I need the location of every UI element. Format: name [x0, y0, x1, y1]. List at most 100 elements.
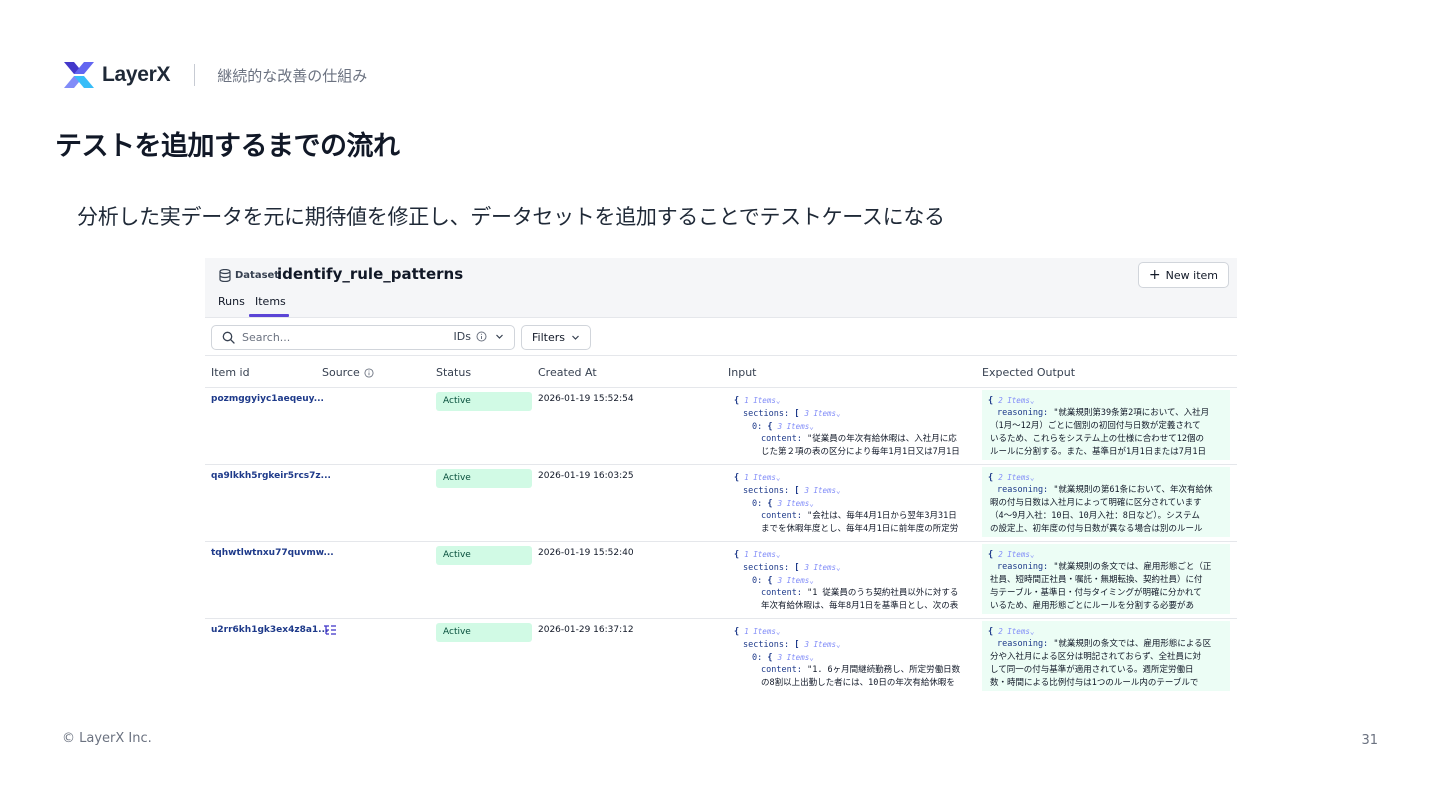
json-count: 2 Items: [998, 627, 1030, 636]
search-box[interactable]: IDs: [211, 325, 515, 350]
column-header-expected-output[interactable]: Expected Output: [982, 366, 1075, 379]
copyright: © LayerX Inc.: [62, 731, 152, 746]
json-value: （4〜9月入社：10日、10月入社：8日など）。システム: [990, 511, 1200, 521]
json-value: 社員、短時間正社員・嘱託・無期転換、契約社員）に付: [990, 575, 1203, 585]
json-value: 分や入社月による区分は明記されておらず、全社員に対: [990, 652, 1201, 662]
slide-title: テストを追加するまでの流れ: [55, 131, 400, 162]
ids-selector[interactable]: IDs: [454, 330, 504, 343]
json-count: 1 Items: [744, 396, 776, 405]
created-at: 2026-01-19 15:52:54: [538, 394, 634, 404]
search-input[interactable]: [242, 331, 432, 344]
json-count: 3 Items: [804, 563, 837, 572]
brand-name: LayerX: [102, 63, 171, 86]
json-value: じた第２項の表の区分により毎年1月1日又は7月1日: [761, 447, 960, 457]
table-row[interactable]: u2rr6kh1gk3ex4z8a1... Active 2026-01-29 …: [205, 619, 1237, 696]
column-label: Input: [728, 366, 757, 379]
expected-output-json[interactable]: { 2 Items⌄ reasoning: "就業規則第39条第2項において、入…: [982, 390, 1230, 460]
table-row[interactable]: qa9lkkh5rgkeir5rcs7z... Active 2026-01-1…: [205, 465, 1237, 542]
json-value: "就業規則第39条第2項において、入社月: [1053, 408, 1210, 418]
json-count: 2 Items: [998, 550, 1030, 559]
column-label: Expected Output: [982, 366, 1076, 379]
column-header-item-id[interactable]: Item id: [211, 366, 250, 379]
table-row[interactable]: tqhwtlwtnxu77quvmw... Active 2026-01-19 …: [205, 542, 1237, 619]
slide-lead: 分析した実データを元に期待値を修正し、データセットを追加することでテストケースに…: [77, 205, 945, 229]
column-header-source[interactable]: Source: [322, 366, 374, 379]
item-id-link[interactable]: pozmggyiyc1aeqeuy...: [211, 394, 324, 404]
json-value: して同一の付与基準が適用されている。週所定労働日: [990, 665, 1194, 675]
json-count: 3 Items: [804, 640, 837, 649]
json-value: 数・時間による比例付与は1つのルール内のテーブルで: [990, 678, 1199, 688]
status-badge: Active: [436, 392, 532, 411]
column-header-status[interactable]: Status: [436, 366, 471, 379]
json-count: 3 Items: [804, 486, 837, 495]
brand-divider: [194, 64, 196, 86]
item-id-link[interactable]: u2rr6kh1gk3ex4z8a1...: [211, 625, 328, 635]
search-icon: [222, 331, 235, 344]
expected-output-json[interactable]: { 2 Items⌄ reasoning: "就業規則の第61条において、年次有…: [982, 467, 1230, 537]
json-count: 3 Items: [804, 409, 837, 418]
json-value: "1. 6ヶ月間継続勤務し、所定労働日数: [807, 665, 961, 675]
input-json[interactable]: { 1 Items⌄ sections: [ 3 Items⌄ 0: { 3 I…: [734, 471, 974, 537]
expected-output-json[interactable]: { 2 Items⌄ reasoning: "就業規則の条文では、雇用形態ごと（…: [982, 544, 1230, 614]
json-value: いるため、これらをシステム上の仕様に合わせて12個の: [990, 434, 1204, 444]
created-at: 2026-01-19 15:52:40: [538, 548, 634, 558]
info-icon: [476, 331, 487, 342]
active-tab-indicator: [249, 314, 289, 317]
status-badge: Active: [436, 623, 532, 642]
created-at: 2026-01-29 16:37:12: [538, 625, 634, 635]
ids-label: IDs: [453, 330, 471, 343]
json-count: 2 Items: [998, 473, 1030, 482]
table-row[interactable]: pozmggyiyc1aeqeuy... Active 2026-01-19 1…: [205, 388, 1237, 465]
column-label: Item id: [211, 366, 250, 379]
item-id-link[interactable]: tqhwtlwtnxu77quvmw...: [211, 548, 334, 558]
json-count: 3 Items: [777, 576, 810, 585]
tab-items[interactable]: Items: [255, 295, 286, 308]
column-label: Status: [436, 366, 472, 379]
dataset-header: Dataset identify_rule_patterns + New ite…: [205, 258, 1237, 318]
json-count: 1 Items: [744, 473, 776, 482]
new-item-label: New item: [1165, 268, 1218, 282]
trace-icon[interactable]: [323, 624, 337, 636]
json-value: の8割以上出勤した者には、10日の年次有給休暇を: [761, 678, 955, 688]
json-count: 1 Items: [744, 550, 776, 559]
json-value: （1月〜12月）ごとに個別の初回付与日数が定義されて: [990, 421, 1201, 431]
dataset-name: identify_rule_patterns: [277, 265, 464, 283]
info-icon: [364, 367, 374, 378]
column-label: Created At: [538, 366, 597, 379]
json-value: "就業規則の条文では、雇用形態ごと（正: [1053, 562, 1212, 572]
json-value: までを休暇年度とし、毎年4月1日に前年度の所定労: [761, 524, 959, 534]
json-value: "従業員の年次有給休暇は、入社月に応: [807, 434, 957, 444]
input-json[interactable]: { 1 Items⌄ sections: [ 3 Items⌄ 0: { 3 I…: [734, 548, 974, 614]
json-value: ルールに分割する。また、基準日が1月1日または7月1日: [990, 447, 1206, 457]
json-count: 3 Items: [777, 499, 810, 508]
json-count: 1 Items: [744, 627, 776, 636]
json-value: "1 従業員のうち契約社員以外に対する: [807, 588, 959, 598]
json-value: "就業規則の条文では、雇用形態による区: [1053, 639, 1212, 649]
chevron-down-icon: [572, 335, 579, 340]
input-json[interactable]: { 1 Items⌄ sections: [ 3 Items⌄ 0: { 3 I…: [734, 394, 974, 460]
toolbar: IDs Filters: [205, 318, 1237, 356]
input-json[interactable]: { 1 Items⌄ sections: [ 3 Items⌄ 0: { 3 I…: [734, 625, 974, 691]
item-id-link[interactable]: qa9lkkh5rgkeir5rcs7z...: [211, 471, 331, 481]
json-value: "会社は、毎年4月1日から翌年3月31日: [807, 511, 957, 521]
json-value: "就業規則の第61条において、年次有給休: [1053, 485, 1213, 495]
plus-icon: +: [1148, 267, 1161, 283]
database-icon: [219, 268, 231, 282]
new-item-button[interactable]: + New item: [1137, 262, 1229, 288]
chevron-down-icon: [496, 334, 503, 339]
brand: LayerX 継続的な改善の仕組み: [62, 60, 367, 90]
column-header-input[interactable]: Input: [728, 366, 756, 379]
dataset-screenshot: Dataset identify_rule_patterns + New ite…: [205, 258, 1237, 696]
json-value: いるため、雇用形態ごとにルールを分割する必要があ: [990, 601, 1195, 611]
json-count: 3 Items: [777, 422, 810, 431]
table-header: Item id Source Status Created At Input E…: [205, 356, 1237, 388]
page-number: 31: [1361, 733, 1378, 748]
created-at: 2026-01-19 16:03:25: [538, 471, 634, 481]
tab-runs[interactable]: Runs: [218, 295, 245, 308]
json-value: 与テーブル・基準日・付与タイミングが明確に分かれて: [990, 588, 1202, 598]
column-header-created-at[interactable]: Created At: [538, 366, 597, 379]
dataset-tag: Dataset: [219, 267, 279, 283]
filters-button[interactable]: Filters: [521, 325, 591, 350]
expected-output-json[interactable]: { 2 Items⌄ reasoning: "就業規則の条文では、雇用形態による…: [982, 621, 1230, 691]
layerx-logo-icon: [64, 62, 94, 88]
